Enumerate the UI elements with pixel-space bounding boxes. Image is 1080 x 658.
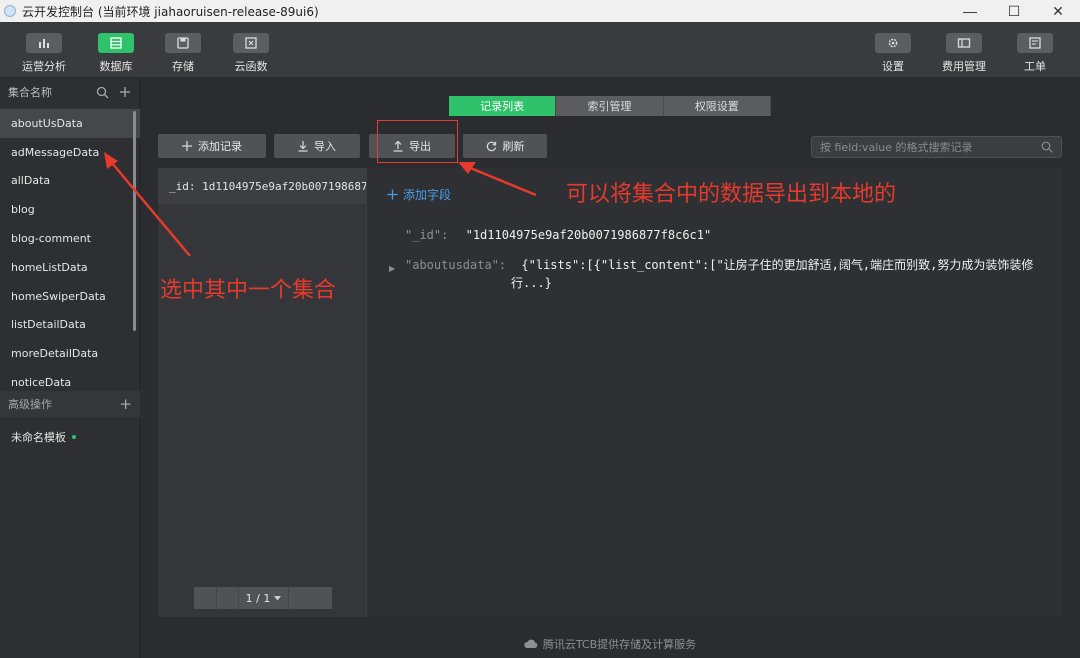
- maximize-button[interactable]: ☐: [992, 0, 1036, 22]
- select-annotation: 选中其中一个集合: [160, 278, 337, 303]
- field-value: {"lists":[{"list_content":["让房子住的更加舒适,阔气…: [521, 258, 1034, 272]
- tab-cloud-functions[interactable]: 云函数: [221, 22, 281, 78]
- record-item[interactable]: _id: 1d1104975e9af20b007198687...: [158, 168, 366, 204]
- collection-item-listdetaildata[interactable]: listDetailData: [0, 311, 140, 340]
- collection-header: 集合名称: [0, 79, 139, 105]
- billing-icon: [946, 33, 982, 53]
- refresh-icon: [486, 141, 496, 151]
- toolbar-label: 运营分析: [22, 60, 66, 73]
- minimize-button[interactable]: —: [948, 0, 992, 22]
- add-collection-icon[interactable]: [119, 86, 131, 98]
- template-label: 未命名模板: [11, 431, 66, 444]
- export-annotation: 可以将集合中的数据导出到本地的: [566, 182, 897, 207]
- refresh-button[interactable]: 刷新: [463, 134, 547, 158]
- footer-text: 腾讯云TCB提供存储及计算服务: [542, 638, 697, 651]
- window-title: 云开发控制台 (当前环境 jiahaoruisen-release-89ui6): [22, 4, 319, 19]
- field-value-cont: 行...}: [511, 276, 552, 290]
- record-search: [811, 136, 1062, 158]
- record-detail-panel: 添加字段 "_id": "1d1104975e9af20b0071986877f…: [366, 168, 1062, 617]
- collection-item-blog-comment[interactable]: blog-comment: [0, 224, 140, 253]
- add-record-label: 添加记录: [198, 140, 242, 153]
- prev-page-button[interactable]: [216, 587, 238, 609]
- tab-settings[interactable]: 设置: [863, 22, 923, 78]
- toolbar-label: 设置: [882, 60, 904, 73]
- search-icon[interactable]: [96, 86, 109, 99]
- toolbar-label: 工单: [1024, 60, 1046, 73]
- plus-icon: [182, 141, 192, 151]
- advanced-operations-label: 高级操作: [8, 398, 52, 411]
- search-icon[interactable]: [1041, 141, 1053, 153]
- bar-chart-icon: [26, 33, 62, 53]
- tab-database[interactable]: 数据库: [86, 22, 146, 78]
- toolbar-label: 数据库: [99, 60, 133, 73]
- footer: 腾讯云TCB提供存储及计算服务: [140, 636, 1080, 652]
- collection-item-homelistdata[interactable]: homeListData: [0, 253, 140, 282]
- collection-item-alldata[interactable]: allData: [0, 167, 140, 196]
- gear-icon: [875, 33, 911, 53]
- download-icon: [298, 140, 308, 152]
- collection-item-homeswiperdata[interactable]: homeSwiperData: [0, 282, 140, 311]
- pagination: 1 / 1: [194, 587, 332, 609]
- title-bar: 云开发控制台 (当前环境 jiahaoruisen-release-89ui6)…: [0, 0, 1080, 22]
- field-key: "aboutusdata":: [405, 258, 507, 272]
- template-item[interactable]: 未命名模板: [11, 429, 76, 445]
- page-select[interactable]: 1 / 1: [238, 587, 288, 609]
- records-panel: _id: 1d1104975e9af20b007198687... 1 / 1: [158, 168, 366, 617]
- tab-permissions[interactable]: 权限设置: [663, 96, 771, 116]
- ticket-icon: [1017, 33, 1053, 53]
- tab-operations-analysis[interactable]: 运营分析: [14, 22, 74, 78]
- refresh-label: 刷新: [502, 140, 525, 153]
- add-field-label: 添加字段: [403, 188, 452, 202]
- import-button[interactable]: 导入: [274, 134, 360, 158]
- cloud-logo-icon: [524, 639, 538, 648]
- collection-item-moredetaildata[interactable]: moreDetailData: [0, 339, 140, 368]
- collection-list: aboutUsData adMessageData allData blog b…: [0, 109, 140, 389]
- field-key: "_id":: [405, 228, 449, 242]
- expand-arrow-icon[interactable]: ▶: [389, 264, 395, 273]
- records-tabs: 记录列表 索引管理 权限设置: [449, 96, 771, 116]
- collection-item-admessagedata[interactable]: adMessageData: [0, 138, 140, 167]
- add-template-icon[interactable]: +: [119, 395, 132, 413]
- collection-item-aboutusdata[interactable]: aboutUsData: [0, 109, 140, 138]
- add-field-link[interactable]: 添加字段: [387, 186, 451, 203]
- app-icon: [4, 5, 16, 17]
- collection-item-blog[interactable]: blog: [0, 195, 140, 224]
- plus-icon: [387, 189, 398, 200]
- field-value-continued: 行...}: [511, 274, 552, 291]
- close-button[interactable]: ✕: [1036, 0, 1080, 22]
- toolbar-label: 存储: [172, 60, 194, 73]
- field-aboutusdata[interactable]: "aboutusdata": {"lists":[{"list_content"…: [405, 256, 1045, 273]
- tab-records-list[interactable]: 记录列表: [449, 96, 557, 116]
- page-indicator: 1 / 1: [245, 591, 271, 605]
- toolbar-label: 云函数: [234, 60, 268, 73]
- storage-icon: [165, 33, 201, 53]
- tab-tickets[interactable]: 工单: [1005, 22, 1065, 78]
- export-highlight-box: [377, 120, 458, 163]
- status-dot-icon: [72, 435, 76, 439]
- tab-billing[interactable]: 费用管理: [934, 22, 994, 78]
- import-label: 导入: [314, 140, 336, 153]
- record-search-input[interactable]: [820, 140, 1041, 154]
- main-toolbar: 运营分析 数据库 存储 云函数 设置 费用管理 工单: [0, 22, 1080, 78]
- advanced-operations-header: 高级操作 +: [0, 391, 140, 417]
- next-page-button[interactable]: [288, 587, 332, 609]
- sidebar-scrollbar[interactable]: [133, 111, 136, 331]
- collection-sidebar: 集合名称 aboutUsData adMessageData allData b…: [0, 79, 140, 658]
- add-record-button[interactable]: 添加记录: [158, 134, 266, 158]
- field-id[interactable]: "_id": "1d1104975e9af20b0071986877f8c6c1…: [405, 228, 711, 242]
- chevron-down-icon: [274, 595, 282, 600]
- collection-item-noticedata[interactable]: noticeData: [0, 368, 140, 389]
- toolbar-label: 费用管理: [942, 60, 986, 73]
- field-value: "1d1104975e9af20b0071986877f8c6c1": [465, 228, 712, 242]
- tab-storage[interactable]: 存储: [153, 22, 213, 78]
- collection-header-label: 集合名称: [8, 86, 52, 99]
- tab-index-management[interactable]: 索引管理: [556, 96, 664, 116]
- database-icon: [98, 33, 134, 53]
- window-controls: — ☐ ✕: [948, 0, 1080, 22]
- first-page-button[interactable]: [194, 587, 216, 609]
- function-icon: [233, 33, 269, 53]
